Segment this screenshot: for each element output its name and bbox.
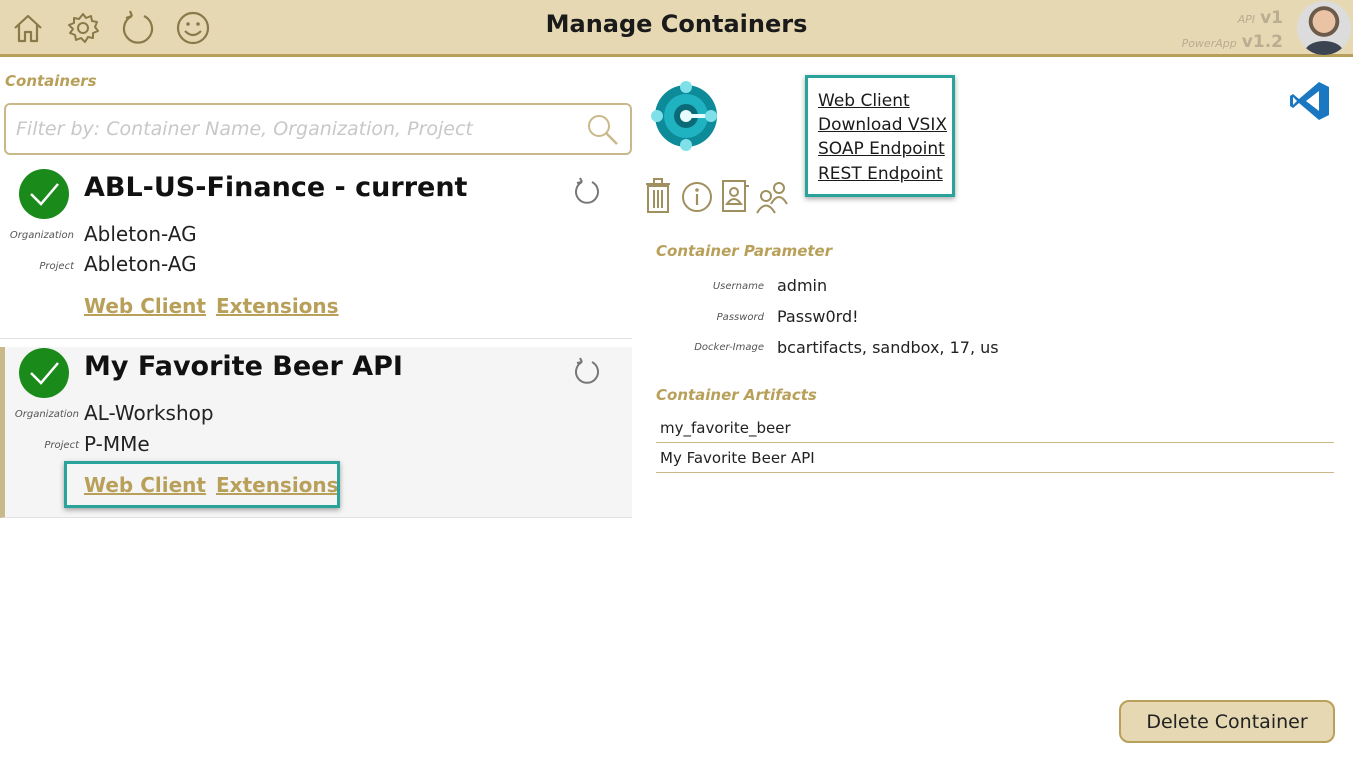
gear-icon[interactable]	[65, 10, 101, 46]
containers-section-label: Containers	[5, 72, 97, 90]
container-list-item[interactable]: ABL-US-Finance - current Organization Ab…	[0, 160, 632, 339]
filter-box	[4, 103, 632, 155]
web-client-link[interactable]: Web Client	[818, 91, 910, 111]
extensions-link[interactable]: Extensions	[216, 294, 339, 318]
info-icon[interactable]	[681, 178, 713, 214]
users-icon[interactable]	[755, 178, 789, 214]
soap-endpoint-link[interactable]: SOAP Endpoint	[818, 139, 945, 159]
container-name: My Favorite Beer API	[84, 351, 403, 382]
vscode-icon[interactable]	[1289, 80, 1331, 122]
home-icon[interactable]	[10, 10, 46, 46]
username-value: admin	[777, 276, 828, 295]
container-name: ABL-US-Finance - current	[84, 172, 468, 203]
project-label: Project	[39, 261, 74, 272]
smiley-icon[interactable]	[175, 10, 211, 46]
username-label: Username	[712, 281, 764, 292]
avatar[interactable]	[1297, 1, 1351, 55]
status-ok-icon	[19, 348, 69, 398]
organization-value: AL-Workshop	[84, 401, 214, 425]
delete-container-button[interactable]: Delete Container	[1119, 700, 1335, 743]
organization-label: Organization	[9, 230, 74, 241]
container-parameter-label: Container Parameter	[656, 242, 833, 260]
docker-image-label: Docker-Image	[694, 342, 764, 353]
download-vsix-link[interactable]: Download VSIX	[818, 115, 947, 135]
rest-endpoint-link[interactable]: REST Endpoint	[818, 164, 943, 184]
filter-input[interactable]	[16, 113, 576, 145]
refresh-icon[interactable]	[572, 357, 602, 387]
docker-image-value: bcartifacts, sandbox, 17, us	[777, 338, 999, 357]
organization-value: Ableton-AG	[84, 222, 197, 246]
project-value: Ableton-AG	[84, 252, 197, 276]
container-artifacts-label: Container Artifacts	[656, 386, 817, 404]
link-highlight-box	[64, 461, 340, 508]
web-client-link[interactable]: Web Client	[84, 294, 206, 318]
detail-links-box: Web Client Download VSIX SOAP Endpoint R…	[805, 75, 955, 197]
artifact-row[interactable]: My Favorite Beer API	[656, 443, 1334, 473]
organization-label: Organization	[14, 409, 79, 420]
app-header: Manage Containers API v1 PowerApp v1.2	[0, 0, 1353, 57]
artifact-row[interactable]: my_favorite_beer	[656, 413, 1334, 443]
password-value: Passw0rd!	[777, 307, 859, 326]
refresh-icon[interactable]	[120, 10, 156, 46]
search-icon[interactable]	[586, 113, 620, 147]
powerapp-version: PowerApp v1.2	[1181, 32, 1283, 52]
refresh-icon[interactable]	[572, 177, 602, 207]
project-value: P-MMe	[84, 432, 150, 456]
business-central-logo-icon	[651, 81, 721, 151]
trash-icon[interactable]	[645, 178, 671, 214]
api-version: API v1	[1237, 8, 1283, 28]
contact-book-icon[interactable]	[720, 178, 750, 214]
project-label: Project	[44, 440, 79, 451]
password-label: Password	[716, 312, 764, 323]
status-ok-icon	[19, 169, 69, 219]
